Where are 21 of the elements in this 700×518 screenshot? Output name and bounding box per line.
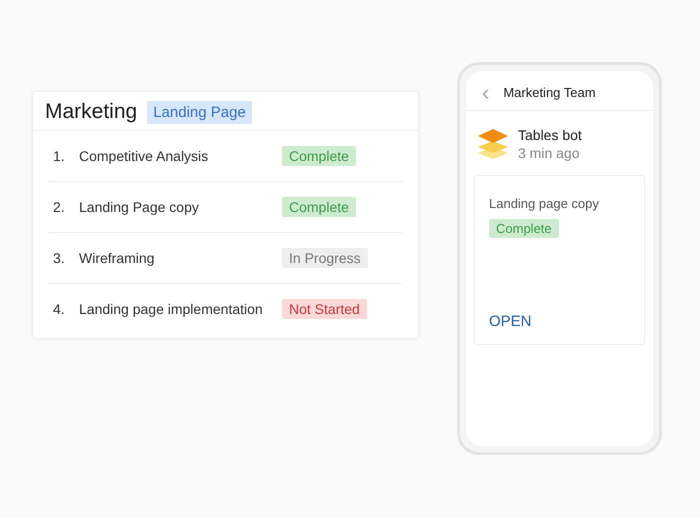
status-tag: Complete xyxy=(489,219,559,238)
task-name: Landing Page copy xyxy=(79,199,200,215)
status-tag: Complete xyxy=(282,197,356,217)
task-name: Competitive Analysis xyxy=(79,148,210,164)
task-name: Landing page implementation xyxy=(79,301,264,317)
status-tag: Not Started xyxy=(282,299,367,319)
status-tag: Complete xyxy=(282,146,356,166)
open-button[interactable]: OPEN xyxy=(489,313,532,330)
row-number: 3. xyxy=(52,250,66,266)
status-tag: In Progress xyxy=(282,248,368,268)
message-time: 3 min ago xyxy=(518,145,580,161)
screen-title: Marketing Team xyxy=(503,85,596,100)
row-number: 1. xyxy=(52,148,66,164)
card-title: Marketing xyxy=(45,100,138,124)
task-name: Wireframing xyxy=(79,250,156,266)
card-text: Landing page copy xyxy=(489,196,600,211)
row-number: 2. xyxy=(52,199,66,215)
layers-icon xyxy=(476,127,510,161)
row-number: 4. xyxy=(52,301,66,317)
sender-name: Tables bot xyxy=(518,127,582,143)
category-tag: Landing Page xyxy=(147,100,252,124)
